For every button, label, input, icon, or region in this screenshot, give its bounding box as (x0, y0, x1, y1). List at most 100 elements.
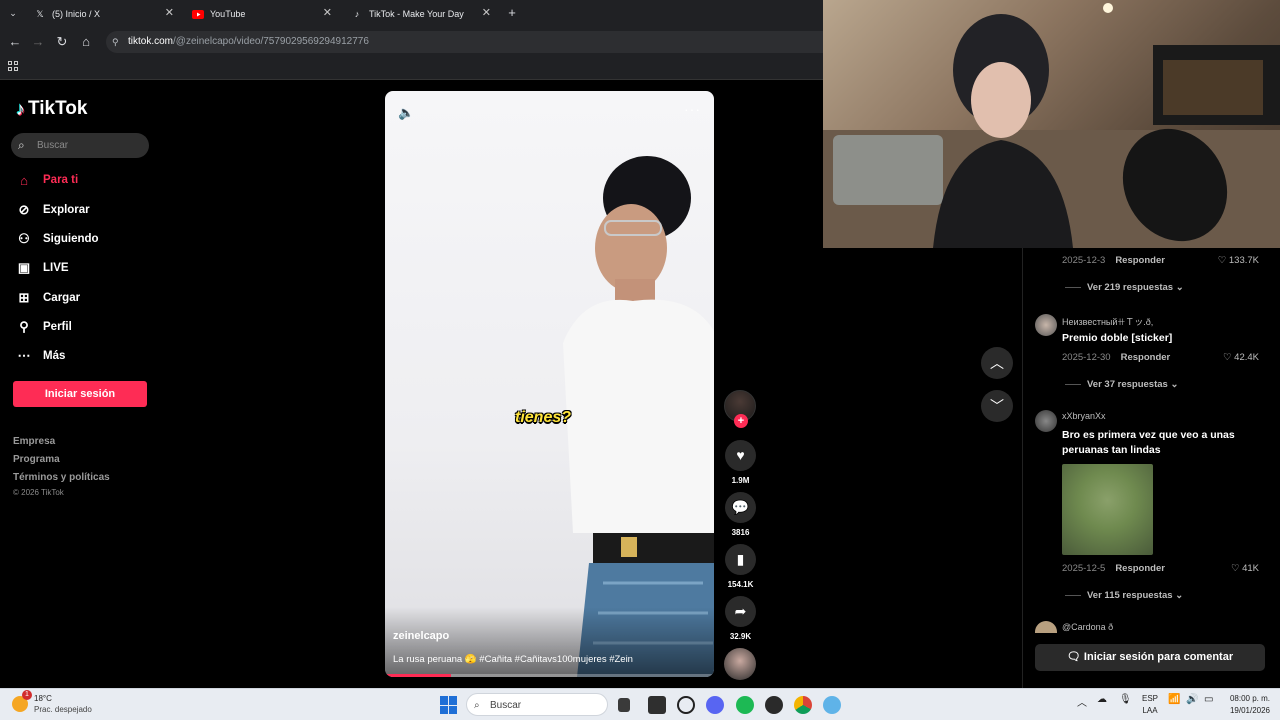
clock[interactable]: 08:00 p. m. 19/01/2026 (1226, 694, 1270, 715)
wifi-icon[interactable]: 📶 (1168, 694, 1180, 705)
chevron-down-icon: ﹀ (990, 398, 1004, 414)
reply-link[interactable]: Responder (1115, 563, 1165, 574)
back-icon[interactable]: ← (6, 33, 24, 51)
volume-icon[interactable]: 🔈 (398, 105, 414, 121)
video-bottom-gradient (385, 607, 714, 677)
nav-label: Más (43, 350, 66, 362)
comment-avatar[interactable] (1035, 621, 1057, 633)
turtle-sticker-image (1062, 464, 1153, 555)
nav-explorar[interactable]: ⊘ Explorar (16, 200, 90, 220)
comment-username[interactable]: НеизвестныйꔠＴッ.ð, (1062, 315, 1153, 328)
forward-icon[interactable]: → (29, 33, 47, 51)
close-icon[interactable]: ✕ (165, 6, 174, 19)
comment-like-count: 133.7K (1228, 255, 1259, 266)
comment-like[interactable]: ♡ 133.7K (1218, 255, 1259, 266)
app-icon[interactable] (823, 696, 841, 714)
home-icon[interactable]: ⌂ (77, 33, 95, 51)
tray-chevron-icon[interactable]: ︿ (1077, 694, 1087, 709)
x-logo-icon: 𝕏 (36, 8, 44, 19)
follow-plus-icon[interactable]: + (734, 414, 748, 428)
microphone-icon[interactable]: 🎙 (1119, 694, 1132, 705)
comment-username[interactable]: xXbryanXx (1062, 411, 1106, 421)
like-button[interactable]: ♥ (725, 440, 756, 471)
tab-tiktok[interactable]: ♪ TikTok - Make Your Day ✕ (343, 3, 499, 25)
discord-icon[interactable] (706, 696, 724, 714)
compass-icon: ⊘ (18, 202, 30, 217)
reply-link[interactable]: Responder (1115, 255, 1165, 266)
heart-icon: ♥ (736, 447, 745, 463)
share-button[interactable]: ➦ (725, 596, 756, 627)
comment-username[interactable]: @Cardona ð (1062, 622, 1113, 632)
nav-label: Siguiendo (43, 233, 99, 245)
reload-icon[interactable]: ↻ (53, 33, 71, 51)
comment-bubble-icon: 🗨 (1066, 651, 1081, 663)
video-username[interactable]: zeinelcapo (393, 630, 449, 642)
nav-siguiendo[interactable]: ⚇ Siguiendo (16, 229, 99, 249)
view-replies[interactable]: Ver 219 respuestas ⌄ (1065, 282, 1184, 293)
next-video-button[interactable]: ﹀ (981, 390, 1013, 422)
previous-video-button[interactable]: ︿ (981, 347, 1013, 379)
windows-start-icon[interactable] (440, 696, 458, 714)
comment-like[interactable]: ♡ 42.4K (1223, 352, 1259, 363)
more-options-icon[interactable]: ··· (684, 101, 701, 117)
nav-para-ti[interactable]: ⌂ Para ti (16, 170, 78, 190)
battery-icon[interactable]: ▭ (1204, 694, 1213, 705)
nav-cargar[interactable]: ⊞ Cargar (16, 288, 81, 308)
view-replies-label: Ver 219 respuestas (1087, 282, 1174, 293)
comment-button[interactable]: 💬 (725, 492, 756, 523)
taskbar-search[interactable]: ⌕ Buscar (466, 693, 608, 716)
comment-text: Premio doble [sticker] (1062, 332, 1173, 344)
new-tab-button[interactable]: + (503, 4, 521, 22)
task-view-icon[interactable] (618, 698, 630, 712)
close-icon[interactable]: ✕ (323, 6, 332, 19)
apps-grid-icon[interactable] (8, 61, 18, 71)
tab-youtube[interactable]: YouTube ✕ (184, 3, 340, 25)
nav-label: Explorar (43, 204, 90, 216)
login-button[interactable]: Iniciar sesión (13, 381, 147, 407)
tab-x[interactable]: 𝕏 (5) Inicio / X ✕ (26, 3, 182, 25)
obs-icon[interactable] (765, 696, 783, 714)
save-button[interactable]: ▮ (725, 544, 756, 575)
tray-network-icon[interactable]: ☁ (1097, 694, 1107, 705)
tab-list-chevron-icon[interactable]: ⌄ (4, 4, 22, 22)
language-indicator[interactable]: ESP LAA (1142, 694, 1158, 715)
chrome-icon[interactable] (794, 696, 812, 714)
login-to-comment-button[interactable]: 🗨 Iniciar sesión para comentar (1035, 644, 1265, 671)
comment-avatar[interactable] (1035, 410, 1057, 432)
video-progress-bar[interactable] (385, 674, 714, 677)
comment-like-count: 42.4K (1234, 352, 1259, 363)
view-replies[interactable]: Ver 37 respuestas ⌄ (1065, 379, 1178, 390)
nav-label: Perfil (43, 321, 72, 333)
url-path: /@zeinelcapo/video/7579029569294912776 (173, 36, 369, 47)
comment-like[interactable]: ♡ 41K (1231, 563, 1259, 574)
login-to-comment-label: Iniciar sesión para comentar (1083, 651, 1234, 663)
sticky-notes-icon[interactable] (648, 696, 666, 714)
site-info-icon[interactable]: ⚲ (112, 31, 119, 53)
footer-link-empresa[interactable]: Empresa (13, 436, 55, 447)
search-icon: ⌕ (18, 138, 25, 152)
comment-bubble-icon: 💬 (731, 499, 750, 515)
comment-date: 2025-12-30 (1062, 352, 1111, 363)
video-player[interactable]: tienes? 🔈 ··· zeinelcapo La rusa peruana… (385, 91, 714, 677)
tiktok-logo[interactable]: ♪ TikTok (16, 98, 87, 120)
reply-link[interactable]: Responder (1121, 352, 1171, 363)
more-icon: ⋯ (17, 348, 31, 363)
nav-perfil[interactable]: ⚲ Perfil (16, 317, 72, 337)
volume-icon[interactable]: 🔊 (1186, 694, 1198, 705)
tab-label: (5) Inicio / X (52, 9, 101, 19)
spotify-icon[interactable] (736, 696, 754, 714)
share-arrow-icon: ➦ (734, 603, 747, 619)
chatgpt-icon[interactable] (677, 696, 695, 714)
comment-avatar[interactable] (1035, 314, 1057, 336)
close-icon[interactable]: ✕ (482, 6, 491, 19)
search-input[interactable]: ⌕ Buscar (11, 133, 149, 158)
footer-link-terminos[interactable]: Términos y políticas (13, 472, 110, 483)
comment-meta: 2025-12-5 Responder (1062, 563, 1165, 574)
footer-link-programa[interactable]: Programa (13, 454, 60, 465)
video-person-figure (563, 156, 714, 677)
nav-live[interactable]: ▣ LIVE (16, 258, 69, 278)
view-replies[interactable]: Ver 115 respuestas ⌄ (1065, 590, 1183, 601)
view-replies-label: Ver 37 respuestas (1087, 379, 1168, 390)
nav-mas[interactable]: ⋯ Más (16, 346, 66, 366)
music-avatar[interactable] (724, 648, 756, 680)
